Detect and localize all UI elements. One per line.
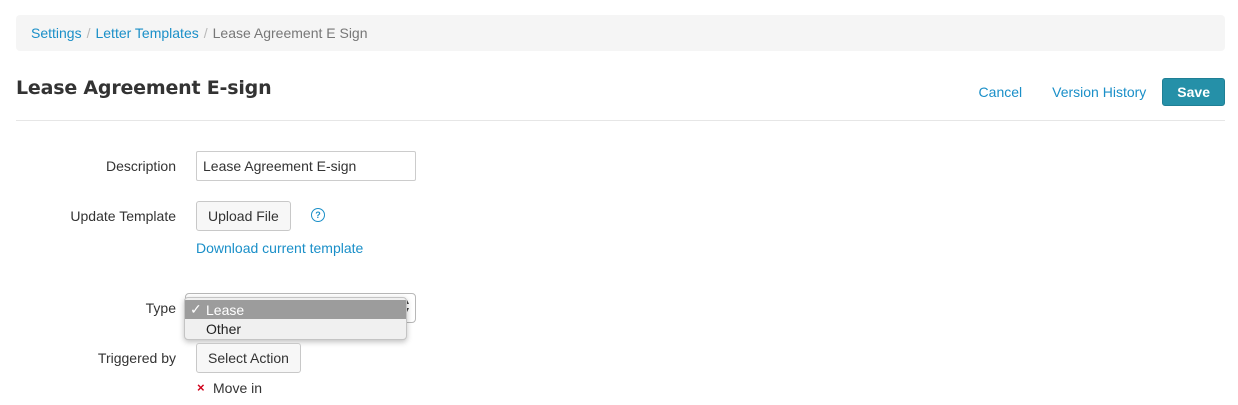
help-icon[interactable]: ?	[311, 208, 325, 222]
header-actions: Cancel Version History Save	[979, 78, 1225, 106]
breadcrumb: Settings / Letter Templates / Lease Agre…	[16, 15, 1225, 51]
description-label: Description	[105, 158, 176, 174]
remove-icon[interactable]: ×	[197, 380, 205, 395]
type-label: Type	[145, 300, 176, 316]
triggered-by-label: Triggered by	[97, 350, 176, 366]
type-option-lease[interactable]: ✓ Lease	[185, 300, 406, 319]
cancel-link[interactable]: Cancel	[979, 84, 1023, 100]
download-template-link[interactable]: Download current template	[196, 240, 363, 256]
select-action-button[interactable]: Select Action	[196, 343, 301, 373]
description-input[interactable]	[196, 151, 416, 181]
option-label: Lease	[206, 301, 245, 318]
breadcrumb-current: Lease Agreement E Sign	[212, 25, 368, 41]
update-template-label: Update Template	[70, 208, 176, 224]
type-option-other[interactable]: Other	[185, 319, 406, 338]
breadcrumb-settings-link[interactable]: Settings	[31, 25, 82, 41]
upload-file-button[interactable]: Upload File	[196, 201, 291, 231]
breadcrumb-separator: /	[203, 25, 208, 41]
type-dropdown-menu: ✓ Lease Other	[184, 297, 407, 340]
page-title: Lease Agreement E-sign	[16, 77, 272, 99]
checkmark-icon: ✓	[190, 301, 202, 317]
trigger-tag-label: Move in	[213, 380, 263, 396]
header-divider	[16, 120, 1225, 121]
save-button[interactable]: Save	[1162, 78, 1225, 106]
version-history-link[interactable]: Version History	[1052, 84, 1146, 100]
breadcrumb-letter-templates-link[interactable]: Letter Templates	[95, 25, 198, 41]
option-label: Other	[206, 320, 242, 337]
breadcrumb-separator: /	[86, 25, 91, 41]
